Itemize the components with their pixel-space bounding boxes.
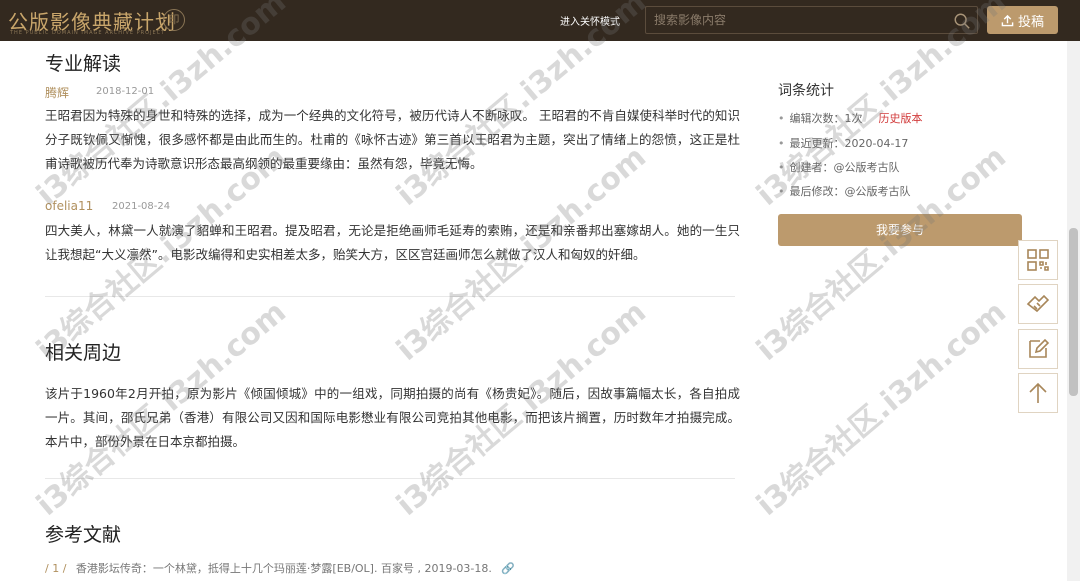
section-divider [45, 478, 735, 479]
stats-value: 2020-04-17 [844, 137, 909, 150]
section-title-related: 相关周边 [45, 342, 122, 364]
stats-label: 创建者： [789, 161, 834, 174]
stats-value[interactable]: @公版考古队 [845, 185, 911, 198]
stats-title: 词条统计 [778, 83, 834, 99]
section-title-professional: 专业解读 [45, 53, 122, 75]
section-title-references: 参考文献 [45, 524, 122, 546]
stats-row-edits: • 编辑次数：1次 历史版本 [778, 112, 923, 125]
stats-value[interactable]: @公版考古队 [834, 161, 900, 174]
stats-label: 最近更新： [789, 137, 845, 150]
entry-text: 四大美人，林黛一人就演了貂蝉和王昭君。提及昭君，无论是拒绝画师毛延寿的索贿，还是… [45, 223, 740, 262]
search-input[interactable] [654, 11, 944, 29]
logo-seal-icon: 印 [163, 9, 185, 31]
handshake-icon [1026, 294, 1050, 313]
entry-author[interactable]: ofelia11 [45, 199, 93, 213]
top-navbar: 公版影像典藏计划 THE PUBLIC DOMAIN IMAGE ARCHIVE… [0, 0, 1080, 41]
upload-button[interactable]: 投稿 [987, 6, 1058, 34]
reference-item: / 1 / 香港影坛传奇：一个林黛，抵得上十几个玛丽莲·梦露[EB/OL]. 百… [45, 560, 515, 576]
stats-row-creator: • 创建者：@公版考古队 [778, 161, 900, 174]
related-text: 该片于1960年2月开拍，原为影片《倾国倾城》中的一组戏，同期拍摄的尚有《杨贵妃… [45, 386, 740, 449]
watermark: i3综合社区.i3zh.com [750, 294, 1013, 523]
edit-icon [1029, 338, 1050, 358]
stats-row-last-modified: • 最后修改：@公版考古队 [778, 185, 911, 198]
entry-author[interactable]: 腾辉 [45, 84, 69, 101]
cooperate-button[interactable] [1018, 284, 1058, 324]
reference-text: 香港影坛传奇：一个林黛，抵得上十几个玛丽莲·梦露[EB/OL]. 百家号 , 2… [75, 562, 492, 575]
section-divider [45, 296, 735, 297]
logo-subtitle-decoration: THE PUBLIC DOMAIN IMAGE ARCHIVE PROJECT [10, 30, 166, 36]
scrollbar-thumb[interactable] [1069, 228, 1078, 396]
stats-label: 最后修改： [789, 185, 845, 198]
entry-date: 2018-12-01 [96, 86, 155, 97]
stats-row-updated: • 最近更新：2020-04-17 [778, 137, 909, 150]
qrcode-icon [1027, 249, 1049, 271]
search-box [645, 6, 978, 34]
entry-text: 王昭君因为特殊的身世和特殊的选择，成为一个经典的文化符号，被历代诗人不断咏叹。 … [45, 108, 740, 171]
link-icon[interactable]: 🔗 [501, 562, 515, 575]
upload-icon [1001, 14, 1014, 26]
history-version-link[interactable]: 历史版本 [879, 112, 923, 125]
join-button[interactable]: 我要参与 [778, 214, 1022, 246]
reference-number: / 1 / [45, 562, 67, 575]
upload-label: 投稿 [1017, 14, 1044, 30]
care-mode-link[interactable]: 进入关怀模式 [560, 13, 620, 28]
arrow-up-icon [1029, 382, 1047, 403]
search-icon[interactable] [953, 12, 971, 30]
back-to-top-button[interactable] [1018, 373, 1058, 413]
entry-date: 2021-08-24 [112, 201, 171, 212]
edit-button[interactable] [1018, 329, 1058, 369]
stats-value: 1次 [844, 112, 863, 125]
qrcode-button[interactable] [1018, 240, 1058, 280]
stats-label: 编辑次数： [789, 112, 845, 125]
